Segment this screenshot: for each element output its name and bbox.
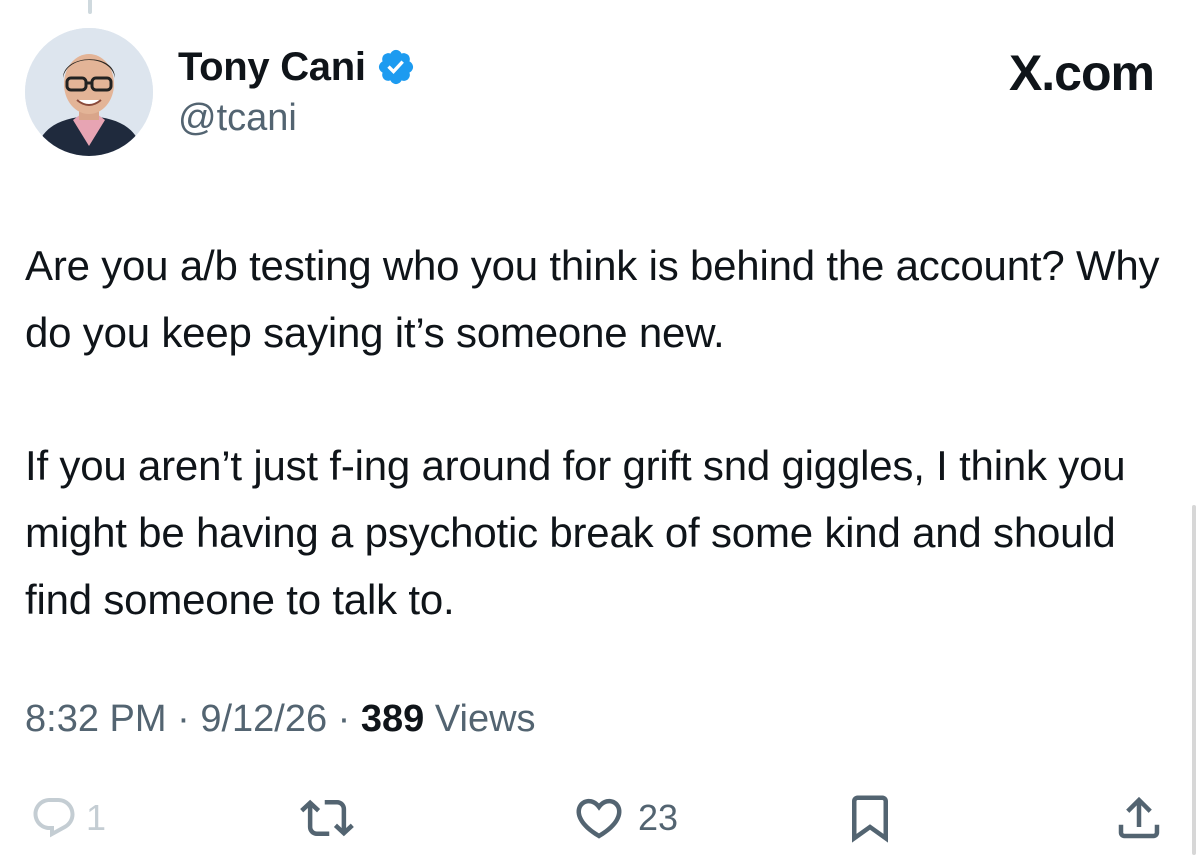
reply-count: 1 [86, 797, 107, 838]
tweet-text: Are you a/b testing who you think is beh… [25, 232, 1185, 633]
share-icon [1118, 796, 1160, 839]
separator-dot: · [177, 698, 201, 740]
thread-connector-line [88, 0, 92, 14]
tweet-paragraph: Are you a/b testing who you think is beh… [25, 242, 1160, 356]
display-name[interactable]: Tony Cani [178, 45, 366, 90]
separator-dot: · [337, 698, 361, 740]
tweet-time[interactable]: 8:32 PM [25, 698, 167, 740]
author-handle[interactable]: @tcani [178, 97, 297, 140]
bookmark-icon [852, 795, 888, 843]
views-count: 389 [360, 698, 425, 740]
author-row: Tony Cani [178, 40, 416, 94]
brand-logo: X.com [1008, 45, 1155, 101]
repost-button[interactable] [300, 790, 354, 846]
reply-button[interactable]: 1 [30, 790, 106, 846]
views-label: Views [434, 698, 536, 740]
tweet-paragraph: If you aren’t just f-ing around for grif… [25, 442, 1126, 623]
heart-icon [576, 798, 622, 839]
like-button[interactable]: 23 [572, 790, 678, 846]
scrollbar[interactable] [1192, 505, 1196, 855]
avatar-photo [25, 28, 153, 156]
avatar[interactable] [25, 28, 153, 156]
reply-icon [33, 798, 75, 838]
share-button[interactable] [1112, 790, 1166, 846]
bookmark-button[interactable] [843, 790, 897, 846]
repost-icon [300, 799, 354, 837]
tweet-metadata: 8:32 PM · 9/12/26 · 389 Views [25, 698, 536, 741]
tweet-date[interactable]: 9/12/26 [200, 698, 327, 740]
action-bar: 1 23 [0, 790, 1200, 846]
like-count: 23 [638, 797, 679, 838]
verified-badge-icon[interactable] [376, 47, 416, 87]
